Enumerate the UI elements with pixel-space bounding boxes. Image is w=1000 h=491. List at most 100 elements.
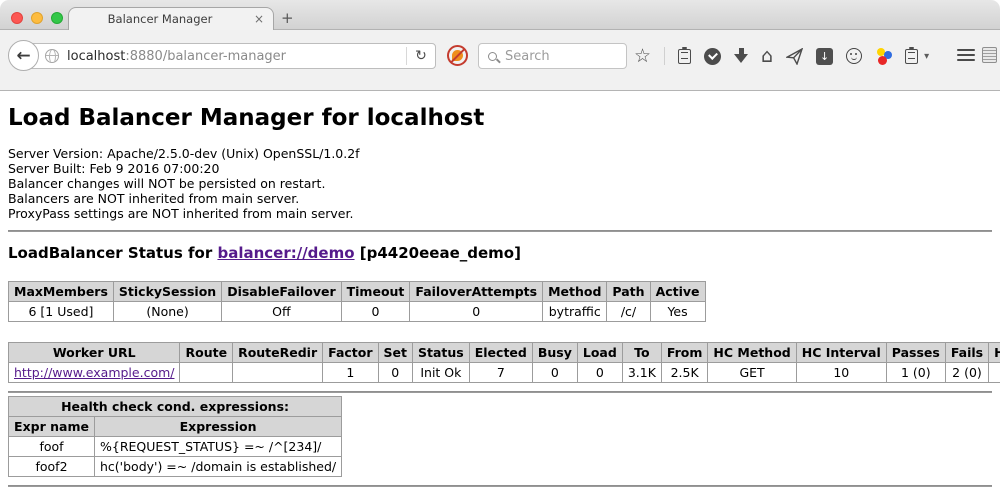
- cell-active: Yes: [650, 302, 705, 322]
- inherit-notice-line: Balancers are NOT inherited from main se…: [8, 191, 992, 206]
- col-hc-uri: HC uri: [989, 343, 1000, 363]
- toolbar-divider: [664, 47, 665, 65]
- cell-maxmembers: 6 [1 Used]: [9, 302, 114, 322]
- clipboard-extension-icon[interactable]: [905, 49, 918, 64]
- table-row: foof %{REQUEST_STATUS} =~ /^[234]/: [9, 437, 342, 457]
- section-divider: [8, 391, 992, 393]
- table-row: http://www.example.com/ 1 0 Init Ok 7 0 …: [9, 363, 1000, 383]
- col-routeredir: RouteRedir: [233, 343, 323, 363]
- search-box[interactable]: [478, 43, 627, 69]
- proxypass-notice-line: ProxyPass settings are NOT inherited fro…: [8, 206, 992, 221]
- cell-failoverattempts: 0: [410, 302, 543, 322]
- url-path: :8880/balancer-manager: [125, 49, 286, 64]
- cell-routeredir: [233, 363, 323, 383]
- health-check-table: Health check cond. expressions: Expr nam…: [8, 396, 342, 477]
- worker-url-link[interactable]: http://www.example.com/: [14, 365, 174, 380]
- col-status: Status: [413, 343, 470, 363]
- cell-busy: 0: [532, 363, 577, 383]
- bookmarks-list-icon[interactable]: [678, 49, 691, 64]
- col-busy: Busy: [532, 343, 577, 363]
- col-load: Load: [577, 343, 622, 363]
- col-fails: Fails: [945, 343, 988, 363]
- home-icon[interactable]: ⌂: [761, 45, 773, 67]
- col-expression: Expression: [95, 417, 342, 437]
- col-factor: Factor: [323, 343, 378, 363]
- send-plane-icon[interactable]: [786, 48, 803, 65]
- col-hc-method: HC Method: [708, 343, 796, 363]
- health-table-caption: Health check cond. expressions:: [9, 397, 342, 417]
- close-window-button[interactable]: [11, 12, 23, 24]
- cell-set: 0: [378, 363, 412, 383]
- col-route: Route: [180, 343, 233, 363]
- table-row: 6 [1 Used] (None) Off 0 0 bytraffic /c/ …: [9, 302, 706, 322]
- flame-glyph: [452, 50, 463, 61]
- site-globe-icon: [45, 49, 59, 63]
- cell-to: 3.1K: [622, 363, 661, 383]
- col-maxmembers: MaxMembers: [9, 282, 114, 302]
- cell-factor: 1: [323, 363, 378, 383]
- section-divider: [8, 230, 992, 232]
- cell-method: bytraffic: [543, 302, 607, 322]
- zoom-window-button[interactable]: [51, 12, 63, 24]
- cell-timeout: 0: [341, 302, 410, 322]
- search-input[interactable]: [505, 49, 610, 64]
- col-worker-url: Worker URL: [9, 343, 180, 363]
- grid-extension-icon[interactable]: [982, 47, 997, 63]
- cell-worker-url: http://www.example.com/: [9, 363, 180, 383]
- title-bar: Balancer Manager × +: [0, 0, 1000, 30]
- cell-path: /c/: [607, 302, 650, 322]
- chevron-down-icon[interactable]: ▾: [924, 51, 929, 62]
- table-header-row: MaxMembers StickySession DisableFailover…: [9, 282, 706, 302]
- toolbar-icons: ☆ ⌂ ↓ ▾: [634, 43, 929, 69]
- col-hc-interval: HC Interval: [796, 343, 886, 363]
- cell-hc-interval: 10: [796, 363, 886, 383]
- cell-passes: 1 (0): [886, 363, 945, 383]
- cell-stickysession: (None): [113, 302, 221, 322]
- balancer-settings-table: MaxMembers StickySession DisableFailover…: [8, 281, 706, 322]
- video-download-icon[interactable]: ↓: [816, 48, 833, 65]
- new-tab-button[interactable]: +: [281, 9, 294, 27]
- col-to: To: [622, 343, 661, 363]
- col-passes: Passes: [886, 343, 945, 363]
- navigation-toolbar: ← localhost:8880/balancer-manager ↻ ☆ ⌂ …: [0, 30, 1000, 91]
- cell-route: [180, 363, 233, 383]
- table-caption-row: Health check cond. expressions:: [9, 397, 342, 417]
- reload-icon[interactable]: ↻: [407, 48, 435, 64]
- col-disablefailover: DisableFailover: [222, 282, 341, 302]
- cell-hc-method: GET: [708, 363, 796, 383]
- cell-expr-name: foof2: [9, 457, 95, 477]
- col-path: Path: [607, 282, 650, 302]
- page-title: Load Balancer Manager for localhost: [8, 105, 992, 131]
- minimize-window-button[interactable]: [31, 12, 43, 24]
- col-expr-name: Expr name: [9, 417, 95, 437]
- tab-balancer-manager[interactable]: Balancer Manager ×: [68, 7, 274, 30]
- table-row: foof2 hc('body') =~ /domain is establish…: [9, 457, 342, 477]
- cell-elected: 7: [469, 363, 532, 383]
- bookmark-star-icon[interactable]: ☆: [634, 45, 651, 67]
- pocket-icon[interactable]: [704, 48, 721, 65]
- cell-from: 2.5K: [661, 363, 708, 383]
- search-icon: [488, 52, 497, 61]
- flashblock-icon[interactable]: [447, 45, 468, 66]
- menu-hamburger-icon[interactable]: [957, 49, 975, 63]
- tab-close-icon[interactable]: ×: [251, 12, 267, 26]
- cell-expr-name: foof: [9, 437, 95, 457]
- balancer-demo-link[interactable]: balancer://demo: [217, 244, 354, 262]
- url-bar[interactable]: localhost:8880/balancer-manager ↻: [24, 43, 436, 69]
- color-dots-extension-icon[interactable]: [875, 48, 892, 65]
- tab-title: Balancer Manager: [69, 12, 251, 26]
- cell-fails: 2 (0): [945, 363, 988, 383]
- col-elected: Elected: [469, 343, 532, 363]
- chat-smiley-icon[interactable]: [846, 48, 862, 64]
- back-button[interactable]: ←: [8, 40, 39, 71]
- bottom-divider: [8, 485, 992, 487]
- downloads-icon[interactable]: [734, 48, 748, 64]
- window-controls: [11, 12, 63, 24]
- server-built-line: Server Built: Feb 9 2016 07:00:20: [8, 161, 992, 176]
- col-set: Set: [378, 343, 412, 363]
- cell-disablefailover: Off: [222, 302, 341, 322]
- table-header-row: Worker URL Route RouteRedir Factor Set S…: [9, 343, 1000, 363]
- cell-hc-uri: [989, 363, 1000, 383]
- balancer-status-heading: LoadBalancer Status for balancer://demo …: [8, 244, 992, 262]
- cell-load: 0: [577, 363, 622, 383]
